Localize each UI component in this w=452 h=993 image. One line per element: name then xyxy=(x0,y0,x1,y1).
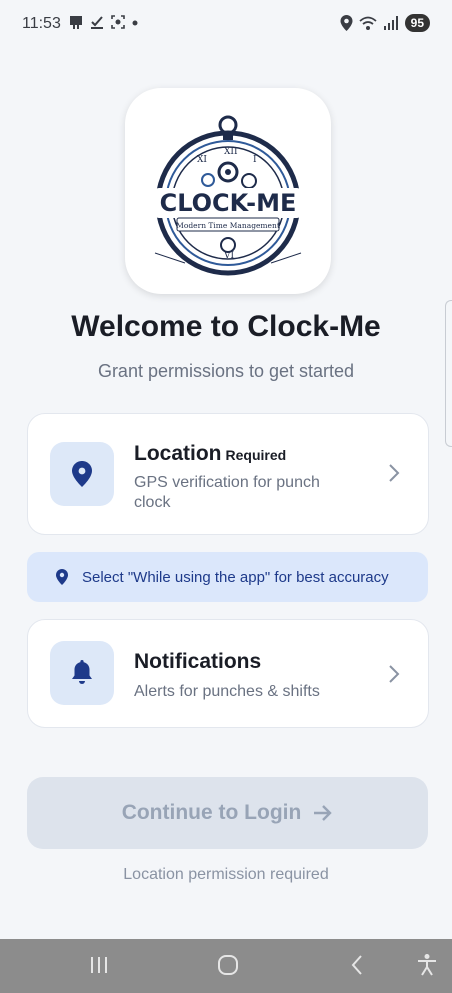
svg-text:I: I xyxy=(253,155,257,165)
location-pin-small-icon xyxy=(56,569,68,585)
clock-logo-icon: XII XI I VI CLOCK-ME Modern Time Managem… xyxy=(154,115,302,276)
location-title-row: Location Required xyxy=(134,442,286,466)
chevron-right-icon xyxy=(389,464,400,482)
notifications-icon-tile xyxy=(50,641,114,705)
welcome-subtitle: Grant permissions to get started xyxy=(97,361,355,381)
app-logo: XII XI I VI CLOCK-ME Modern Time Managem… xyxy=(125,88,331,294)
accessibility-icon[interactable] xyxy=(416,953,438,977)
status-system-icons: 95 xyxy=(340,14,430,32)
back-icon[interactable] xyxy=(349,953,365,977)
status-bar: 11:53 95 xyxy=(0,0,452,46)
location-icon-tile xyxy=(50,442,114,506)
location-tip-banner: Select "While using the app" for best ac… xyxy=(27,552,428,602)
status-notification-icons xyxy=(68,14,139,30)
signal-icon xyxy=(383,16,398,30)
location-title: Location xyxy=(134,442,222,465)
permission-hint: Location permission required xyxy=(123,866,329,883)
dot-icon xyxy=(132,20,138,26)
tip-text: Select "While using the app" for best ac… xyxy=(82,568,389,586)
system-navigation-bar xyxy=(0,939,452,993)
continue-to-login-button[interactable]: Continue to Login xyxy=(27,777,428,849)
wifi-icon xyxy=(359,16,377,30)
location-description: GPS verification for punch clock xyxy=(134,474,320,511)
arrow-right-icon xyxy=(314,805,333,821)
notifications-title: Notifications xyxy=(134,650,262,673)
status-time: 11:53 xyxy=(22,15,61,32)
battery-indicator: 95 xyxy=(404,14,430,32)
recent-apps-icon[interactable] xyxy=(89,953,109,977)
notifications-permission-card[interactable]: Notifications Alerts for punches & shift… xyxy=(27,619,429,728)
home-icon[interactable] xyxy=(216,953,240,977)
edge-panel-handle[interactable] xyxy=(445,300,452,447)
bell-icon xyxy=(72,660,92,684)
location-permission-card[interactable]: Location Required GPS verification for pu… xyxy=(27,413,429,535)
logo-tagline: Modern Time Management xyxy=(176,221,280,230)
device-icon xyxy=(70,16,82,29)
welcome-title: Welcome to Clock-Me xyxy=(71,310,381,343)
check-icon xyxy=(91,16,103,29)
svg-text:XI: XI xyxy=(197,155,207,165)
notifications-description: Alerts for punches & shifts xyxy=(134,683,320,700)
required-badge: Required xyxy=(225,447,287,463)
location-pin-icon xyxy=(72,461,92,487)
svg-text:XII: XII xyxy=(224,147,238,157)
chevron-right-icon xyxy=(389,665,400,683)
continue-button-label: Continue to Login xyxy=(121,801,302,824)
location-status-icon xyxy=(340,15,353,31)
logo-brand-text: CLOCK-ME xyxy=(160,189,297,217)
screenshot-icon xyxy=(111,15,125,29)
